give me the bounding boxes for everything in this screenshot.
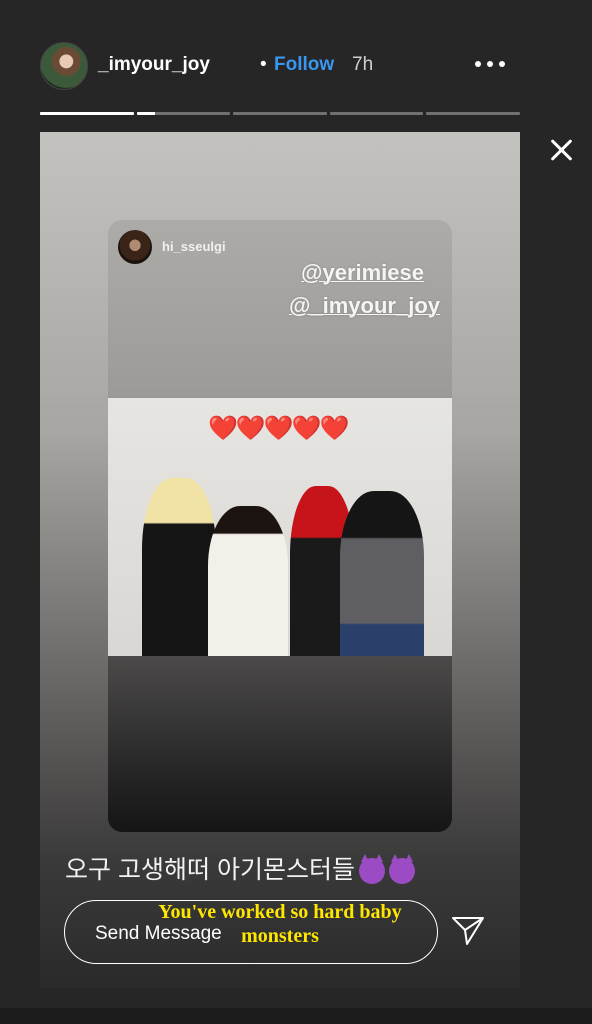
card-username: hi_sseulgi (162, 239, 226, 254)
follow-button[interactable]: Follow (274, 54, 334, 76)
hearts-sticker: ❤️❤️❤️❤️❤️ (208, 415, 349, 442)
mention-yerimiese[interactable]: @yerimiese (301, 260, 424, 286)
progress-segment (329, 112, 424, 115)
person-figure (208, 506, 288, 656)
card-avatar (118, 230, 152, 264)
translation-overlay: You've worked so hard baby monsters (158, 901, 402, 947)
story-progress (40, 112, 520, 116)
more-dots-icon[interactable] (470, 48, 510, 78)
bottom-bar (0, 1008, 592, 1024)
story-caption: 오구 고생해떠 아기몬스터들 (0, 850, 480, 886)
post-time: 7h (352, 54, 374, 75)
story-header: _imyour_joy • Follow 7h (40, 40, 520, 92)
username[interactable]: _imyour_joy (98, 54, 210, 76)
person-figure (340, 491, 424, 656)
mention-imyour-joy[interactable]: @_imyour_joy (289, 293, 440, 319)
person-figure (142, 478, 216, 656)
user-avatar[interactable] (40, 42, 88, 90)
reshared-story-card: hi_sseulgi @yerimiese @_imyour_joy ❤️❤️❤… (108, 220, 452, 832)
devil-emoji-icon (388, 854, 415, 885)
group-photo: ❤️❤️❤️❤️❤️ (108, 398, 452, 656)
progress-segment (233, 112, 327, 115)
caption-text: 오구 고생해떠 아기몬스터들 (65, 856, 355, 884)
progress-segment (136, 112, 231, 115)
progress-segment (426, 112, 520, 115)
progress-fill (40, 112, 134, 115)
close-icon[interactable] (546, 134, 578, 166)
progress-fill (136, 112, 156, 115)
separator-dot: • (260, 54, 267, 75)
send-icon[interactable] (450, 912, 486, 948)
progress-segment (40, 112, 134, 115)
devil-emoji-icon (358, 854, 385, 885)
